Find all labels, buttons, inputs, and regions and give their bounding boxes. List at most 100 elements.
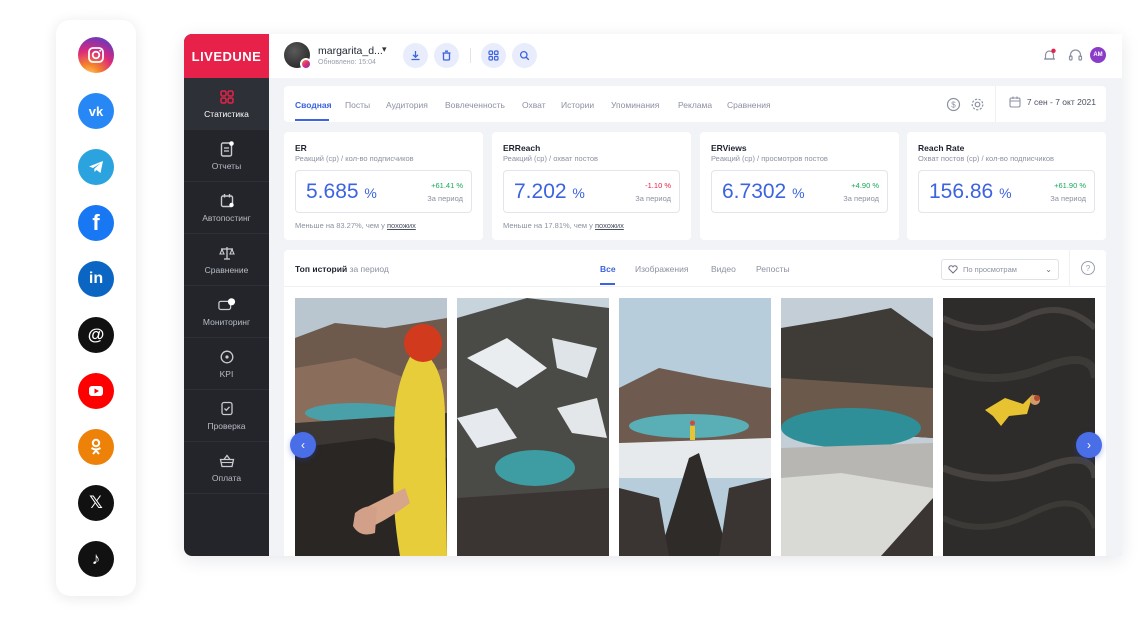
calendar-icon [218, 193, 236, 209]
tab-engagement[interactable]: Вовлеченность [445, 100, 505, 110]
metric-value-box: 5.685 % +61.41 % За период [295, 170, 472, 213]
chevron-down-icon[interactable]: ▾ [382, 44, 387, 55]
metric-card-erviews: ERViews Реакций (ср) / просмотров постов… [700, 132, 899, 240]
tab-all[interactable]: Все [600, 264, 616, 274]
logo[interactable]: LIVEDUNE [184, 34, 269, 78]
instagram-badge-icon [300, 58, 312, 70]
similar-accounts-link[interactable]: похожих [595, 221, 624, 230]
sidebar: LIVEDUNE Статистика Отчеты Автопостинг С… [184, 34, 269, 556]
tab-ads[interactable]: Реклама [678, 100, 712, 110]
metric-subtitle: Охват постов (ср) / кол-во подписчиков [918, 154, 1055, 163]
top-stories-panel: Топ историй за период Все Изображения Ви… [284, 250, 1106, 556]
tab-summary[interactable]: Сводная [295, 100, 332, 110]
svg-text:$: $ [951, 100, 956, 109]
metric-value: 5.685 % [306, 180, 377, 203]
story-thumbnail[interactable] [457, 298, 609, 556]
sidebar-item-autoposting[interactable]: Автопостинг [184, 182, 269, 234]
story-thumbnail[interactable] [619, 298, 771, 556]
toolbar-divider [470, 48, 471, 63]
tab-reposts[interactable]: Репосты [756, 264, 790, 274]
grid-icon [218, 89, 236, 105]
facebook-icon[interactable]: f [78, 205, 114, 241]
active-tab-indicator [600, 283, 615, 285]
search-button[interactable] [512, 43, 537, 68]
monitoring-icon [217, 297, 236, 313]
trash-icon [442, 50, 451, 61]
metric-period: За период [843, 194, 879, 203]
metric-value-box: 7.202 % -1.10 % За период [503, 170, 680, 213]
tab-audience[interactable]: Аудитория [386, 100, 428, 110]
target-icon [218, 349, 236, 365]
updated-time: Обновлено: 15:04 [318, 59, 376, 66]
metric-title: ERViews [711, 143, 747, 153]
currency-icon[interactable]: $ [944, 95, 962, 113]
metric-delta: +61.41 % [431, 181, 463, 190]
sidebar-item-statistics[interactable]: Статистика [184, 78, 269, 130]
tab-mentions[interactable]: Упоминания [611, 100, 659, 110]
stats-tabs: Сводная Посты Аудитория Вовлеченность Ох… [284, 86, 1106, 122]
sidebar-item-payment[interactable]: Оплата [184, 442, 269, 494]
help-divider [1069, 250, 1070, 286]
metric-period: За период [635, 194, 671, 203]
report-icon [218, 140, 236, 157]
metric-subtitle: Реакций (ср) / охват постов [503, 154, 598, 163]
heart-icon [948, 265, 958, 274]
metric-value: 6.7302 % [722, 180, 805, 203]
support-headset-icon[interactable] [1066, 46, 1084, 64]
tab-comparisons[interactable]: Сравнения [727, 100, 771, 110]
tab-stories[interactable]: Истории [561, 100, 594, 110]
tab-video[interactable]: Видео [711, 264, 736, 274]
search-icon [519, 50, 530, 61]
vk-icon[interactable]: vk [78, 93, 114, 129]
threads-icon[interactable]: @ [78, 317, 114, 353]
gear-icon[interactable] [968, 95, 986, 113]
carousel-prev-button[interactable]: ‹ [290, 432, 316, 458]
tab-posts[interactable]: Посты [345, 100, 370, 110]
sidebar-item-comparison[interactable]: Сравнение [184, 234, 269, 286]
tiktok-icon[interactable]: ♪ [78, 541, 114, 577]
notification-bell-icon[interactable] [1040, 46, 1058, 64]
similar-accounts-link[interactable]: похожих [387, 221, 416, 230]
chevron-down-icon: ⌄ [1045, 265, 1052, 274]
stories-divider [284, 286, 1106, 287]
sidebar-item-label: Проверка [207, 420, 246, 431]
sidebar-item-label: Оплата [211, 472, 242, 483]
sidebar-item-kpi[interactable]: KPI [184, 338, 269, 390]
linkedin-icon[interactable]: in [78, 261, 114, 297]
sidebar-item-label: KPI [219, 368, 234, 379]
story-thumbnail[interactable] [295, 298, 447, 556]
telegram-icon[interactable] [78, 149, 114, 185]
help-icon[interactable]: ? [1081, 261, 1095, 275]
youtube-icon[interactable] [78, 373, 114, 409]
metric-value: 156.86 % [929, 180, 1012, 203]
tab-images[interactable]: Изображения [635, 264, 688, 274]
instagram-icon[interactable] [78, 37, 114, 73]
sidebar-item-label: Сравнение [204, 264, 249, 275]
x-icon[interactable]: 𝕏 [78, 485, 114, 521]
story-thumbnail[interactable] [781, 298, 933, 556]
dashboard-button[interactable] [481, 43, 506, 68]
metric-value-box: 6.7302 % +4.90 % За период [711, 170, 888, 213]
date-range-label: 7 сен - 7 окт 2021 [1026, 97, 1096, 107]
metric-comparison: Меньше на 17.81%, чем у похожих [503, 221, 624, 230]
metric-delta: -1.10 % [645, 181, 671, 190]
date-divider [995, 86, 996, 122]
delete-button[interactable] [434, 43, 459, 68]
download-button[interactable] [403, 43, 428, 68]
odnoklassniki-icon[interactable] [78, 429, 114, 465]
carousel-next-button[interactable]: › [1076, 432, 1102, 458]
metric-subtitle: Реакций (ср) / кол-во подписчиков [295, 154, 414, 163]
account-name[interactable]: margarita_d... [318, 45, 383, 57]
sidebar-item-check[interactable]: Проверка [184, 390, 269, 442]
sidebar-item-monitoring[interactable]: Мониторинг [184, 286, 269, 338]
dashboard-icon [488, 50, 499, 61]
story-thumbnail[interactable] [943, 298, 1095, 556]
sidebar-item-reports[interactable]: Отчеты [184, 130, 269, 182]
sort-select[interactable]: По просмотрам ⌄ [941, 259, 1059, 280]
social-network-bar: vk f in @ 𝕏 ♪ [56, 20, 136, 596]
tab-reach[interactable]: Охват [522, 100, 546, 110]
sidebar-item-label: Автопостинг [202, 212, 251, 223]
date-range-picker[interactable]: 7 сен - 7 окт 2021 [1009, 96, 1096, 108]
user-avatar[interactable]: AM [1090, 47, 1106, 63]
scales-icon [218, 245, 236, 261]
